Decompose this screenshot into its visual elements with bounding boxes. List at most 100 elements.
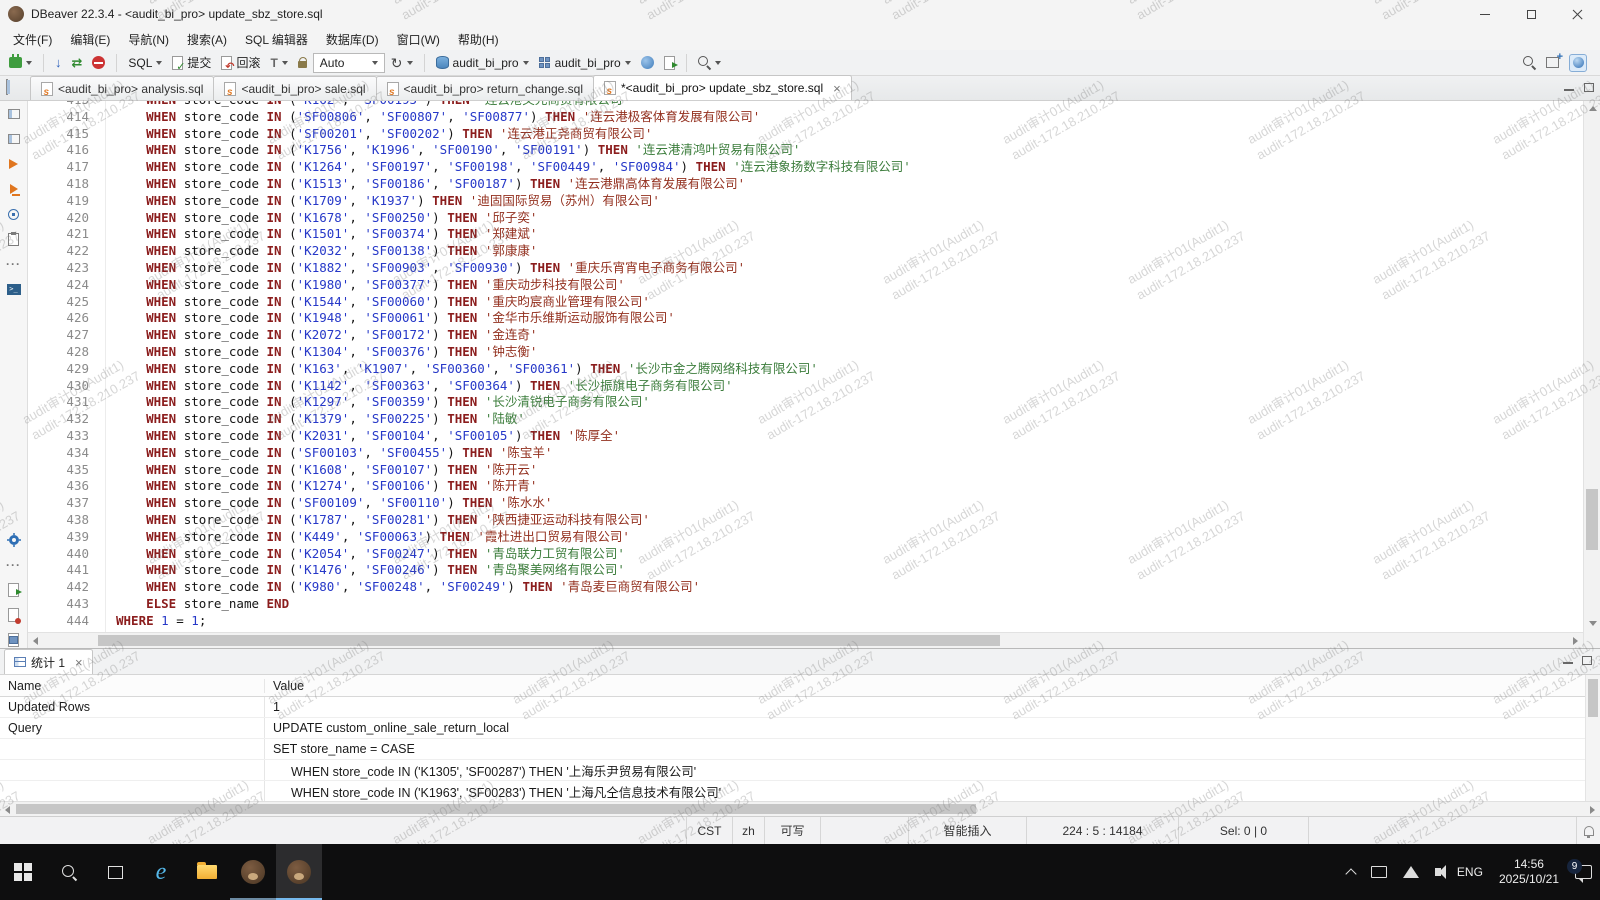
console-icon[interactable] (5, 281, 23, 297)
sql-editor-surface[interactable]: WHEN store_code IN ('K162', 'SF00195') T… (106, 101, 1583, 648)
explain-icon[interactable] (5, 206, 23, 222)
disconnect-button[interactable] (88, 54, 109, 71)
maximize-panel-icon[interactable] (1582, 656, 1592, 665)
menu-item[interactable]: 导航(N) (119, 29, 178, 50)
maximize-button[interactable] (1508, 0, 1554, 28)
tray-network-button[interactable] (1395, 844, 1427, 900)
horizontal-scroll-thumb[interactable] (16, 804, 976, 814)
doc-grid-icon[interactable] (5, 632, 23, 648)
language-indicator[interactable]: ENG (1449, 844, 1491, 900)
gear-icon[interactable] (5, 532, 23, 548)
menu-item[interactable]: 帮助(H) (449, 29, 508, 50)
stats-horizontal-scrollbar[interactable] (0, 801, 1600, 816)
code-line: WHEN store_code IN ('K1678', 'SF00250') … (116, 210, 1583, 227)
line-number: 443 (28, 596, 89, 613)
tray-expand-button[interactable] (1339, 844, 1363, 900)
schema-selector[interactable]: audit_bi_pro (535, 54, 635, 72)
tray-volume-button[interactable] (1427, 844, 1449, 900)
tray-display-button[interactable] (1363, 844, 1395, 900)
dbeaver-taskbar-button-active[interactable] (276, 844, 322, 900)
minimize-editor-icon[interactable] (1564, 89, 1574, 91)
panel-icon[interactable] (5, 106, 23, 122)
new-connection-button[interactable] (5, 55, 36, 70)
horizontal-scroll-thumb[interactable] (98, 635, 1000, 646)
close-tab-icon[interactable] (833, 82, 841, 95)
dots-icon[interactable] (5, 557, 23, 573)
fetch-button[interactable]: ↓ (51, 54, 66, 71)
perspective-button[interactable] (1569, 54, 1587, 72)
menu-item[interactable]: 数据库(D) (317, 29, 388, 50)
dbeaver-taskbar-button[interactable] (230, 844, 276, 900)
exec-icon[interactable] (5, 156, 23, 172)
commit-button[interactable]: 提交 (168, 52, 215, 73)
dots-icon[interactable] (5, 256, 23, 272)
editor-tab[interactable]: <audit_bi_pro> analysis.sql (30, 76, 214, 100)
editor-horizontal-scrollbar[interactable] (28, 632, 1583, 648)
scroll-left-arrow[interactable] (5, 806, 10, 814)
scroll-right-arrow[interactable] (1573, 637, 1578, 645)
taskbar-clock[interactable]: 14:56 2025/10/21 (1491, 844, 1567, 900)
database-selector[interactable]: audit_bi_pro (432, 54, 533, 72)
editor-vertical-scrollbar[interactable] (1583, 101, 1600, 648)
stats-row[interactable]: WHEN store_code IN ('K1963', 'SF00283') … (0, 781, 1600, 801)
task-view-button[interactable] (92, 844, 138, 900)
panel-glyph (8, 134, 20, 144)
sync-button[interactable]: ⇄ (68, 54, 87, 71)
stats-row[interactable]: Updated Rows1 (0, 697, 1600, 718)
new-window-icon[interactable] (1546, 57, 1559, 68)
status-notification-button[interactable] (1576, 817, 1600, 844)
editor-tab[interactable]: *<audit_bi_pro> update_sbz_store.sql (593, 75, 852, 100)
ie-button[interactable] (138, 844, 184, 900)
scroll-left-arrow[interactable] (33, 637, 38, 645)
exec-script-icon[interactable] (5, 181, 23, 197)
sql-mode-dropdown[interactable]: SQL (124, 54, 166, 72)
plan-icon[interactable] (5, 231, 23, 247)
scroll-right-arrow[interactable] (1590, 806, 1595, 814)
menu-item[interactable]: 编辑(E) (61, 29, 119, 50)
close-button[interactable] (1554, 0, 1600, 28)
vertical-scroll-thumb[interactable] (1588, 679, 1598, 717)
menu-item[interactable]: 窗口(W) (388, 29, 449, 50)
scroll-up-arrow[interactable] (1589, 106, 1597, 111)
stats-row[interactable]: QueryUPDATE custom_online_sale_return_lo… (0, 718, 1600, 739)
panel-icon[interactable] (5, 131, 23, 147)
editor-tab[interactable]: <audit_bi_pro> return_change.sql (376, 76, 594, 100)
stats-row[interactable]: WHEN store_code IN ('K1305', 'SF00287') … (0, 760, 1600, 781)
menu-item[interactable]: 文件(F) (4, 29, 61, 50)
start-button[interactable] (0, 844, 46, 900)
search-dropdown[interactable] (694, 54, 725, 71)
dbeaver-icon (241, 860, 265, 884)
editor-tab[interactable]: <audit_bi_pro> sale.sql (213, 76, 376, 100)
code-line: WHEN store_code IN ('K1264', 'SF00197', … (116, 159, 1583, 176)
stats-vertical-scrollbar[interactable] (1585, 675, 1600, 801)
stats-tab[interactable]: 统计 1 (4, 649, 93, 674)
transaction-mode-dropdown[interactable]: T (266, 54, 291, 72)
action-center-button[interactable]: 9 (1567, 844, 1600, 900)
doc-export-icon[interactable] (5, 582, 23, 598)
minimize-panel-icon[interactable] (1563, 662, 1573, 664)
web-button[interactable] (637, 54, 658, 71)
find-icon[interactable] (1523, 56, 1536, 69)
maximize-editor-icon[interactable] (1584, 83, 1594, 92)
line-number: 422 (28, 243, 89, 260)
stats-row[interactable]: SET store_name = CASE (0, 739, 1600, 760)
scroll-down-arrow[interactable] (1589, 621, 1597, 626)
menu-item[interactable]: 搜索(A) (178, 29, 236, 50)
editor-corner-icon[interactable] (6, 80, 8, 94)
menu-item[interactable]: SQL 编辑器 (236, 29, 317, 50)
minimize-button[interactable] (1462, 0, 1508, 28)
autocommit-combo[interactable]: Auto (313, 53, 385, 73)
rollback-button[interactable]: 回滚 (217, 52, 264, 73)
code-line: WHEN store_code IN ('K2072', 'SF00172') … (116, 327, 1583, 344)
autocommit-lock-button[interactable] (294, 55, 311, 70)
vertical-scroll-thumb[interactable] (1586, 489, 1598, 549)
doc-save-icon[interactable] (5, 607, 23, 623)
export-button[interactable] (660, 54, 679, 72)
taskbar-search-button[interactable] (46, 844, 92, 900)
line-number: 436 (28, 478, 89, 495)
refresh-button[interactable]: ↻ (387, 54, 417, 72)
refresh-icon: ↻ (391, 56, 403, 70)
file-explorer-button[interactable] (184, 844, 230, 900)
line-number: 419 (28, 193, 89, 210)
close-stats-tab-icon[interactable] (75, 656, 83, 669)
